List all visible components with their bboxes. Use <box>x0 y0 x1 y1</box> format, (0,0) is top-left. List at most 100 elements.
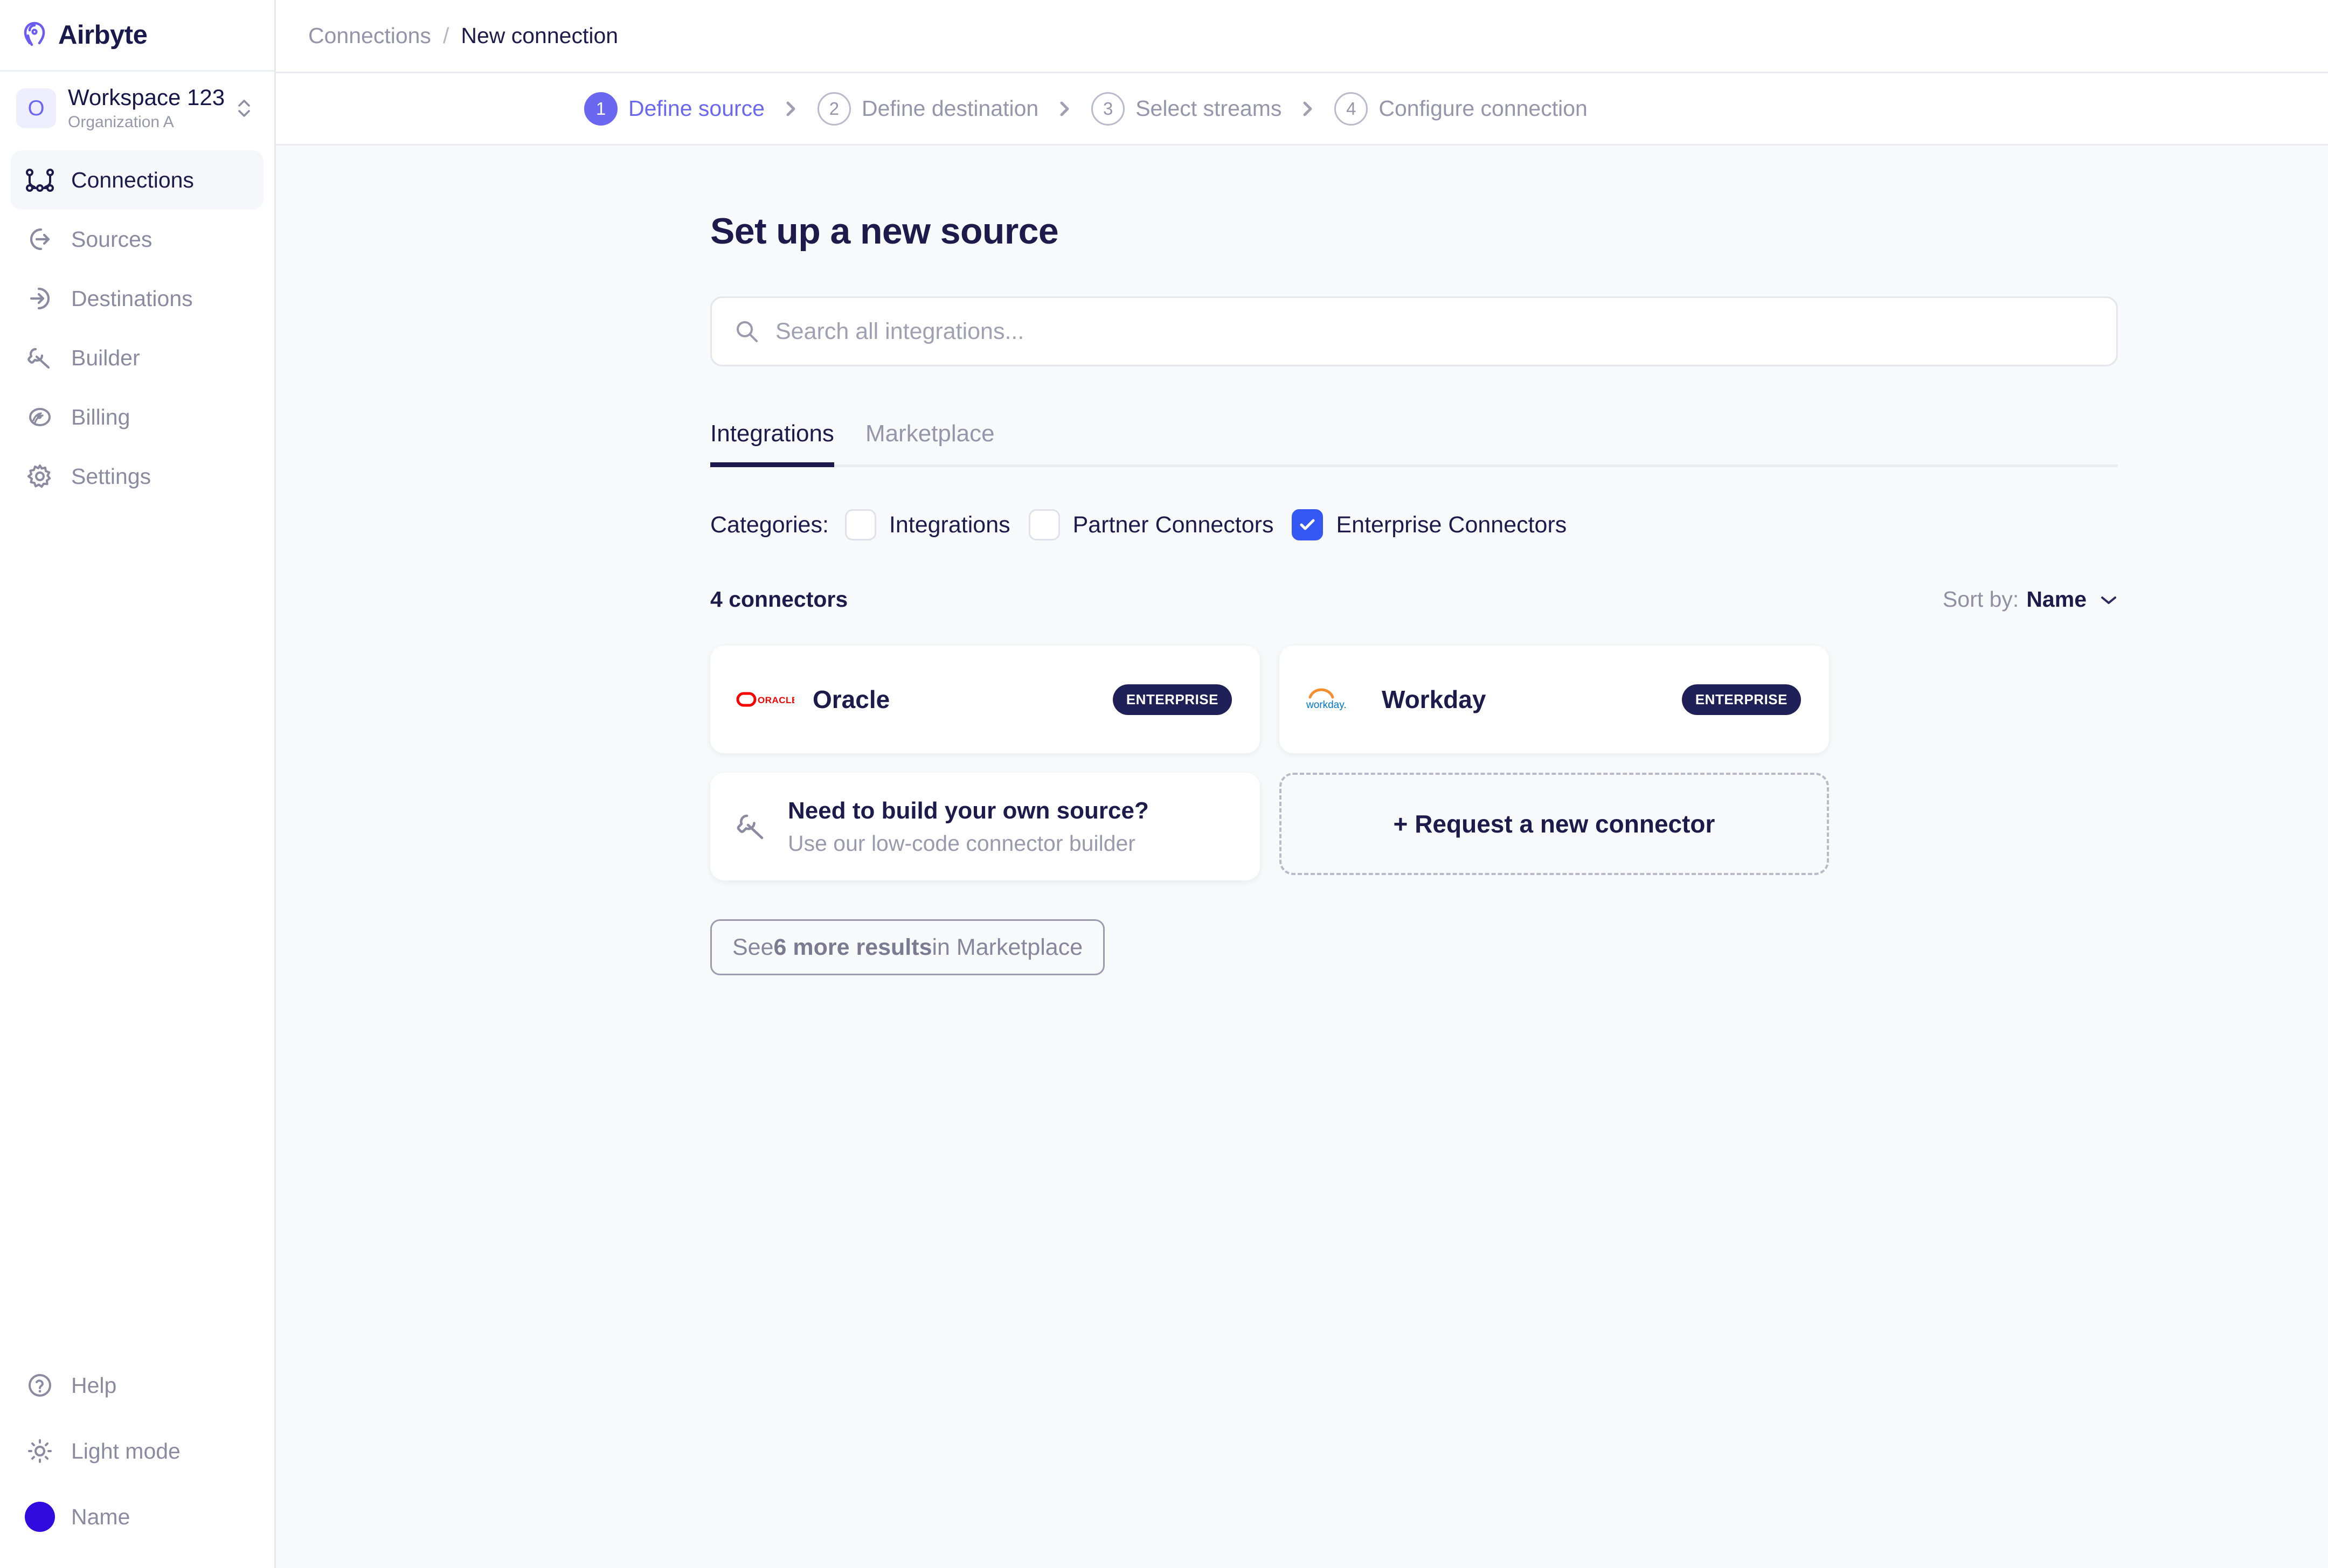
chevron-right-icon <box>1057 97 1073 121</box>
workday-logo-icon: workday. <box>1305 681 1363 718</box>
sidebar-item-help[interactable]: Help <box>11 1352 264 1418</box>
breadcrumb-parent[interactable]: Connections <box>308 23 431 48</box>
results-count: 4 connectors <box>710 587 848 612</box>
connector-name: Workday <box>1382 685 1486 713</box>
destinations-arrow-in-icon <box>25 283 55 314</box>
content-inner: Set up a new source Integrations Marketp… <box>276 210 2328 975</box>
page-title: Set up a new source <box>710 211 1059 252</box>
step-define-destination[interactable]: 2 Define destination <box>817 92 1038 126</box>
sidebar-item-billing[interactable]: Billing <box>11 387 264 447</box>
sort-by-dropdown[interactable]: Sort by: Name <box>1943 587 2118 612</box>
sort-by-label: Sort by: <box>1943 587 2019 612</box>
connections-icon <box>25 165 55 195</box>
sidebar-item-user[interactable]: Name <box>11 1484 264 1550</box>
sidebar-item-label: Sources <box>71 226 153 252</box>
sidebar-item-sources[interactable]: Sources <box>11 210 264 269</box>
wrench-icon <box>25 343 55 373</box>
see-more-suffix: in Marketplace <box>932 934 1083 960</box>
step-label: Configure connection <box>1378 96 1588 121</box>
search-box[interactable] <box>710 296 2118 366</box>
builder-card-title: Need to build your own source? <box>788 797 1149 824</box>
sidebar: Airbyte O Workspace 123 Organization A C… <box>0 0 276 1568</box>
checkbox-enterprise-connectors[interactable] <box>1292 509 1324 540</box>
sidebar-item-label: Destinations <box>71 286 193 311</box>
search-icon <box>733 318 760 345</box>
svg-text:workday.: workday. <box>1306 699 1347 711</box>
status-badge: ENTERPRISE <box>1112 684 1232 715</box>
builder-card-text: Need to build your own source? Use our l… <box>788 797 1149 856</box>
search-input[interactable] <box>775 318 2095 345</box>
workspace-name: Workspace 123 <box>68 84 225 110</box>
request-new-connector-card[interactable]: + Request a new connector <box>1279 773 1829 875</box>
workspace-text: Workspace 123 Organization A <box>68 84 225 133</box>
step-configure-connection[interactable]: 4 Configure connection <box>1334 92 1588 126</box>
sidebar-item-builder[interactable]: Builder <box>11 328 264 387</box>
connector-card-workday[interactable]: workday. Workday ENTERPRISE <box>1279 646 1829 753</box>
sidebar-item-label: Connections <box>71 167 194 192</box>
oracle-logo-icon: ORACLE <box>736 681 794 718</box>
results-row: 4 connectors Sort by: Name <box>710 587 2118 612</box>
sidebar-item-label: Settings <box>71 463 151 489</box>
sidebar-item-label: Light mode <box>71 1438 181 1463</box>
sidebar-item-destinations[interactable]: Destinations <box>11 269 264 328</box>
sort-by-value: Name <box>2026 587 2087 612</box>
step-label: Define source <box>628 96 765 121</box>
workspace-organization: Organization A <box>68 113 174 131</box>
sidebar-item-label: Help <box>71 1372 117 1398</box>
chevron-right-icon <box>783 97 799 121</box>
workspace-avatar: O <box>16 88 56 128</box>
sidebar-nav: Connections Sources Destinations Builder… <box>0 145 274 506</box>
brand-name: Airbyte <box>58 20 148 50</box>
checkbox-partner-connectors[interactable] <box>1028 509 1060 540</box>
step-label: Select streams <box>1135 96 1282 121</box>
sun-icon <box>25 1436 55 1466</box>
question-circle-icon <box>25 1370 55 1400</box>
breadcrumb: Connections / New connection <box>276 0 2328 73</box>
step-number: 1 <box>584 92 618 126</box>
category-option-enterprise-connectors[interactable]: Enterprise Connectors <box>1292 509 1567 540</box>
see-more-prefix: See <box>732 934 774 960</box>
connector-card-oracle[interactable]: ORACLE Oracle ENTERPRISE <box>710 646 1260 753</box>
category-label: Enterprise Connectors <box>1336 511 1567 538</box>
category-option-partner-connectors[interactable]: Partner Connectors <box>1028 509 1274 540</box>
see-more-highlight: 6 more results <box>773 934 932 960</box>
brand-header: Airbyte <box>0 0 274 72</box>
sidebar-bottom: Help Light mode Name <box>0 1352 274 1568</box>
sidebar-item-label: Billing <box>71 404 130 429</box>
tab-marketplace[interactable]: Marketplace <box>865 420 995 467</box>
connector-name: Oracle <box>813 685 890 713</box>
sidebar-item-light-mode[interactable]: Light mode <box>11 1418 264 1484</box>
category-option-integrations[interactable]: Integrations <box>844 509 1010 540</box>
airbyte-logo-icon <box>20 21 48 49</box>
categories-filter: Categories: Integrations Partner Connect… <box>710 509 2118 540</box>
user-avatar <box>25 1502 55 1532</box>
tabs: Integrations Marketplace <box>710 420 2118 467</box>
step-select-streams[interactable]: 3 Select streams <box>1091 92 1281 126</box>
checkbox-integrations[interactable] <box>844 509 876 540</box>
categories-label: Categories: <box>710 511 829 538</box>
gear-icon <box>25 461 55 491</box>
chevron-up-down-icon <box>233 93 255 123</box>
svg-text:ORACLE: ORACLE <box>758 695 794 705</box>
step-number: 2 <box>817 92 851 126</box>
step-define-source[interactable]: 1 Define source <box>584 92 765 126</box>
tab-integrations[interactable]: Integrations <box>710 420 834 467</box>
sidebar-item-connections[interactable]: Connections <box>11 150 264 210</box>
see-more-results-button[interactable]: See 6 more results in Marketplace <box>710 919 1105 975</box>
workspace-switcher[interactable]: O Workspace 123 Organization A <box>0 72 274 145</box>
status-badge: ENTERPRISE <box>1681 684 1801 715</box>
request-new-connector-label: + Request a new connector <box>1393 810 1715 838</box>
category-label: Integrations <box>889 511 1010 538</box>
sidebar-item-label: Name <box>71 1504 130 1529</box>
sidebar-item-settings[interactable]: Settings <box>11 447 264 506</box>
category-label: Partner Connectors <box>1072 511 1274 538</box>
connector-builder-card[interactable]: Need to build your own source? Use our l… <box>710 773 1260 880</box>
step-number: 4 <box>1334 92 1368 126</box>
step-number: 3 <box>1091 92 1125 126</box>
billing-icon <box>25 402 55 432</box>
connector-grid: ORACLE Oracle ENTERPRISE workday. Workda… <box>710 646 2118 880</box>
chevron-down-icon <box>2100 594 2118 606</box>
wrench-icon <box>734 809 770 844</box>
chevron-right-icon <box>1300 97 1316 121</box>
